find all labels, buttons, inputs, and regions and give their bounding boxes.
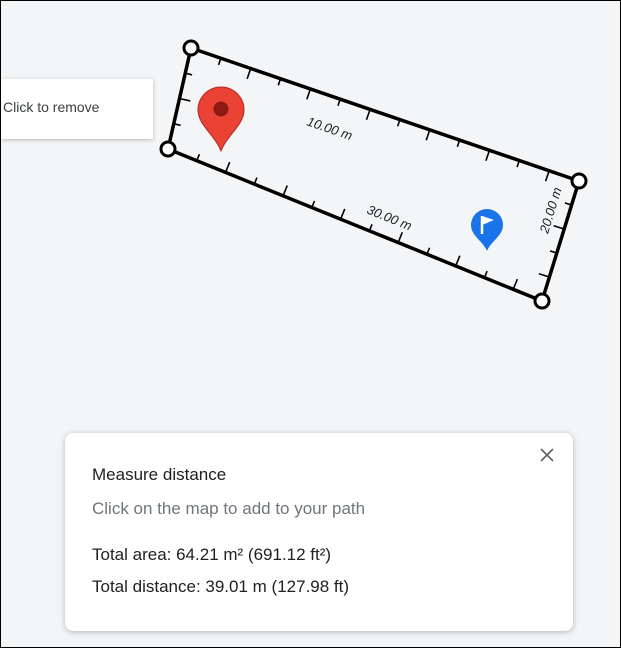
scale-tick [454, 255, 461, 267]
total-distance: Total distance: 39.01 m (127.98 ft) [92, 577, 350, 596]
vertex-handle[interactable] [182, 39, 200, 57]
scale-tick [512, 278, 519, 290]
scale-tick [306, 88, 312, 100]
measure-path[interactable] [166, 46, 581, 303]
scale-tick [282, 185, 288, 197]
panel-title: Measure distance [92, 465, 227, 484]
scale-tick [224, 161, 231, 173]
vertex-handle[interactable] [159, 140, 177, 158]
panel-hint: Click on the map to add to your path [92, 499, 366, 518]
measure-distance-panel: Measure distance Click on the map to add… [65, 433, 573, 631]
map-canvas[interactable]: 10.00 m 30.00 m 20.00 m Click to remove … [0, 0, 621, 648]
total-area: Total area: 64.21 m² (691.12 ft²) [92, 545, 332, 564]
close-icon [540, 448, 554, 462]
scale-tick [339, 208, 346, 220]
scale-tick [365, 109, 371, 121]
vertex-handle[interactable] [570, 172, 588, 190]
red-location-pin-icon[interactable] [197, 86, 245, 153]
path-edge-top[interactable] [190, 46, 580, 183]
scale-tick [553, 224, 565, 230]
scale-label-top: 10.00 m [305, 114, 354, 143]
scale-label-bottom: 30.00 m [365, 202, 414, 234]
scale-tick [425, 129, 431, 141]
scale-tick [397, 232, 404, 243]
scale-tick [544, 170, 550, 182]
vertex-handle[interactable] [533, 292, 551, 310]
scale-tick [485, 150, 491, 161]
click-to-remove-tooltip: Click to remove [1, 79, 153, 139]
scale-tick [246, 68, 252, 80]
close-button[interactable] [535, 443, 559, 467]
blue-flag-pin-icon[interactable] [471, 209, 503, 251]
tooltip-text: Click to remove [3, 99, 100, 115]
scale-tick [179, 97, 191, 102]
scale-tick [538, 272, 550, 278]
